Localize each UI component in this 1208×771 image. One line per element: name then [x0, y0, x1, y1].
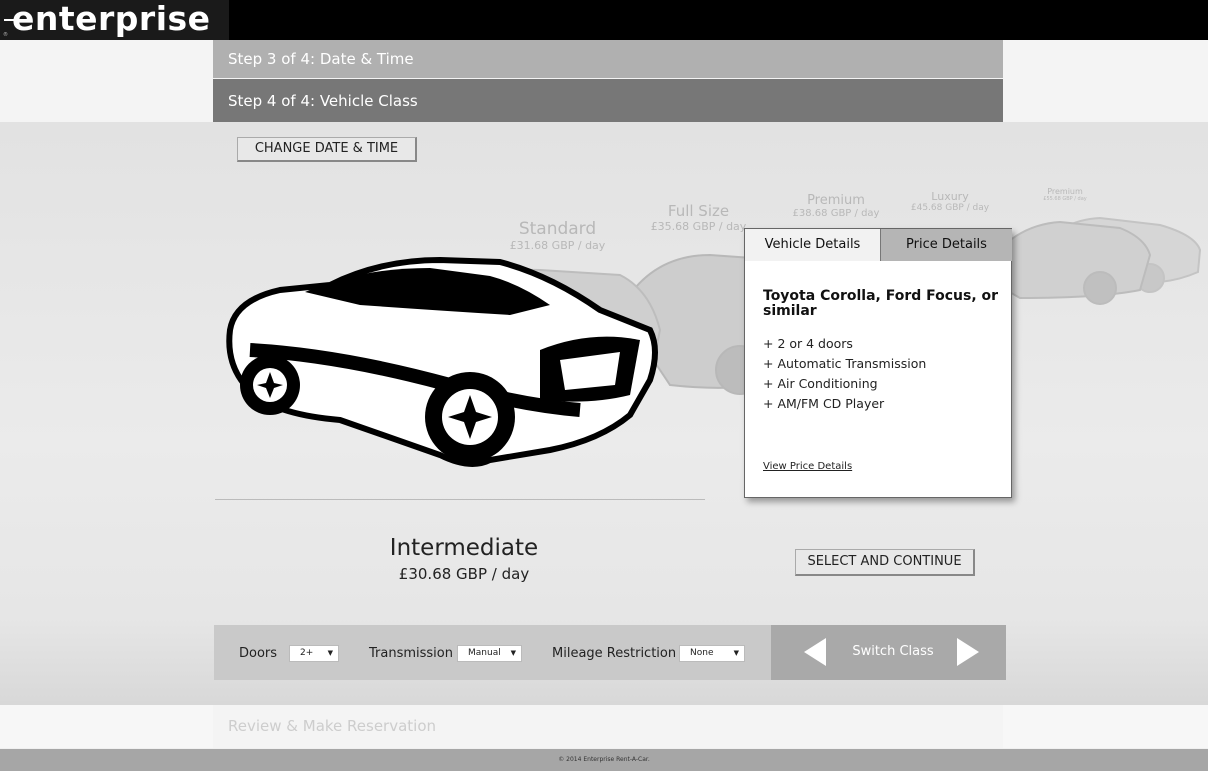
step-4-header[interactable]: Step 4 of 4: Vehicle Class	[213, 79, 1003, 123]
logo-text: enterprise	[12, 0, 211, 38]
feature-item: + 2 or 4 doors	[763, 336, 853, 351]
selected-class-price: £30.68 GBP / day	[398, 565, 530, 583]
doors-value: 2+	[300, 648, 314, 658]
carousel-divider	[215, 499, 705, 500]
footer-copyright: © 2014 Enterprise Rent-A-Car.	[0, 749, 1208, 771]
select-and-continue-button[interactable]: SELECT AND CONTINUE	[795, 549, 975, 576]
transmission-label: Transmission	[369, 646, 453, 661]
feature-item: + Air Conditioning	[763, 376, 878, 391]
view-price-details-link[interactable]: View Price Details	[763, 461, 852, 472]
chevron-down-icon: ▼	[510, 649, 516, 657]
chevron-down-icon: ▼	[733, 649, 739, 657]
doors-label: Doors	[239, 646, 278, 661]
filter-bar: Doors 2+ ▼ Transmission Manual ▼ Mileage…	[214, 625, 1006, 680]
switch-class-control: Switch Class	[771, 625, 1006, 680]
transmission-select[interactable]: Manual ▼	[457, 645, 522, 662]
tab-price-details[interactable]: Price Details	[881, 229, 1012, 261]
vehicle-details-popup: Vehicle Details Price Details Toyota Cor…	[744, 228, 1012, 498]
change-date-time-button[interactable]: CHANGE DATE & TIME	[237, 137, 417, 162]
doors-select[interactable]: 2+ ▼	[289, 645, 339, 662]
mileage-value: None	[690, 648, 714, 658]
vehicle-features-list: + 2 or 4 doors + Automatic Transmission …	[763, 334, 926, 414]
logo-mark-icon	[4, 19, 30, 21]
feature-item: + Automatic Transmission	[763, 356, 927, 371]
vehicle-model-title: Toyota Corolla, Ford Focus, or similar	[763, 288, 999, 319]
logo-registered-mark: ®	[3, 32, 9, 38]
switch-class-label: Switch Class	[852, 644, 934, 659]
mileage-label: Mileage Restriction	[552, 646, 677, 661]
chevron-down-icon: ▼	[327, 649, 333, 657]
transmission-value: Manual	[468, 648, 501, 658]
top-bar: enterprise ®	[0, 0, 1208, 40]
selected-class-name: Intermediate	[389, 535, 539, 561]
next-class-arrow-icon[interactable]	[957, 638, 979, 666]
previous-class-arrow-icon[interactable]	[804, 638, 826, 666]
step-3-header[interactable]: Step 3 of 4: Date & Time	[213, 40, 1003, 78]
tab-vehicle-details[interactable]: Vehicle Details	[745, 229, 881, 261]
feature-item: + AM/FM CD Player	[763, 396, 885, 411]
vehicle-carousel-illustration	[226, 216, 1202, 467]
mileage-select[interactable]: None ▼	[679, 645, 745, 662]
enterprise-logo[interactable]: enterprise ®	[0, 0, 229, 40]
review-step-header: Review & Make Reservation	[213, 705, 1003, 748]
